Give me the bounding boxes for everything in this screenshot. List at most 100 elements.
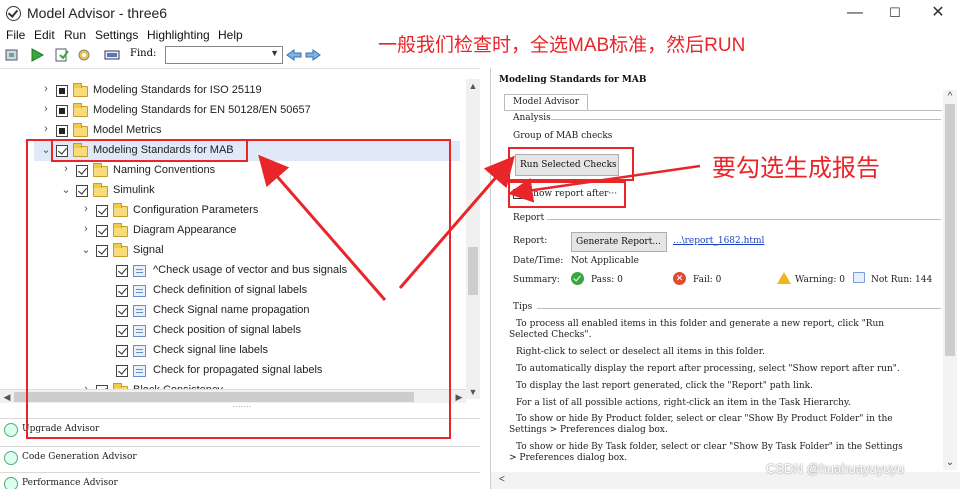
scroll-right-icon[interactable]: ▶	[452, 390, 466, 404]
analysis-description: Group of MAB checks	[513, 131, 613, 141]
maximize-button[interactable]: ☐	[885, 4, 905, 22]
tree-item[interactable]: › Modeling Standards for EN 50128/EN 5065…	[40, 101, 420, 121]
refresh-icon[interactable]	[4, 47, 20, 63]
tip-line: To show or hide By Task folder, select o…	[516, 442, 903, 452]
analysis-divider	[551, 119, 941, 120]
run-icon[interactable]	[29, 47, 45, 63]
tab-model-advisor[interactable]: Model Advisor	[504, 94, 588, 110]
tree-vertical-scrollbar[interactable]: ▲ ▼	[466, 79, 480, 399]
menu-settings[interactable]: Settings	[95, 28, 138, 42]
title-bar: Model Advisor - three6 — ☐ ✕	[0, 0, 960, 28]
wrench-icon	[4, 423, 18, 437]
close-button[interactable]: ✕	[928, 4, 948, 22]
generate-report-button[interactable]: Generate Report...	[571, 232, 667, 252]
tip-line: > Preferences dialog box.	[509, 453, 628, 463]
chevron-right-icon[interactable]: ›	[40, 103, 52, 115]
scroll-left-icon[interactable]: ◀	[0, 390, 14, 404]
folder-icon	[73, 123, 88, 137]
highlight-icon[interactable]	[104, 47, 120, 63]
scroll-up-icon[interactable]: ^	[943, 90, 957, 104]
not-run-count: Not Run: 144	[871, 275, 933, 285]
folder-icon	[73, 83, 88, 97]
report-header: Report	[513, 213, 545, 223]
advisor-code-generation[interactable]: Code Generation Advisor	[0, 446, 480, 468]
fail-icon: ✕	[673, 272, 686, 285]
annotation-right: 要勾选生成报告	[712, 155, 880, 182]
report-panel-title: Modeling Standards for MAB	[499, 75, 647, 85]
pass-icon	[571, 272, 584, 285]
warning-icon	[777, 272, 791, 284]
window-title: Model Advisor - three6	[27, 5, 168, 21]
menu-bar: File Edit Run Settings Highlighting Help	[0, 28, 370, 44]
report-icon[interactable]	[54, 47, 70, 63]
summary-label: Summary:	[513, 275, 560, 285]
highlight-box-run	[508, 147, 634, 181]
highlight-box-tree	[26, 139, 451, 439]
scroll-left-icon[interactable]: <	[499, 474, 505, 485]
tree-checkbox[interactable]	[56, 85, 68, 97]
menu-edit[interactable]: Edit	[34, 28, 55, 42]
scroll-thumb[interactable]	[945, 104, 955, 356]
find-label: Find:	[130, 48, 157, 59]
tab-label: Model Advisor	[513, 97, 580, 107]
tip-line: Settings > Preferences dialog box.	[509, 425, 668, 435]
pass-count: Pass: 0	[591, 275, 623, 285]
tab-underline	[504, 110, 942, 111]
tip-line: To process all enabled items in this fol…	[516, 319, 885, 329]
tree-checkbox[interactable]	[56, 105, 68, 117]
tip-line: To show or hide By Product folder, selec…	[516, 414, 893, 424]
chevron-right-icon[interactable]: ›	[40, 123, 52, 135]
tree-item[interactable]: › Modeling Standards for ISO 25119	[40, 81, 420, 101]
scroll-down-icon[interactable]: ▼	[466, 385, 480, 399]
tip-line: Right-click to select or deselect all it…	[516, 347, 765, 357]
tree-item-label: Model Metrics	[93, 124, 162, 136]
annotation-top: 一般我们检查时，全选MAB标准，然后RUN	[378, 35, 746, 56]
model-advisor-icon	[6, 6, 21, 21]
folder-icon	[73, 103, 88, 117]
advisor-label: Code Generation Advisor	[22, 452, 137, 462]
highlight-box-show-report	[508, 181, 626, 208]
datetime-value: Not Applicable	[571, 256, 639, 266]
advisor-label: Performance Advisor	[22, 478, 118, 488]
datetime-label: Date/Time:	[513, 256, 564, 266]
tip-line: Selected Checks".	[509, 330, 592, 340]
find-dropdown[interactable]: ▼	[165, 46, 283, 64]
report-label: Report:	[513, 236, 548, 246]
tree-item[interactable]: › Model Metrics	[40, 121, 420, 141]
tree-item-label: Modeling Standards for ISO 25119	[93, 84, 262, 96]
scroll-thumb[interactable]	[468, 247, 478, 295]
minimize-button[interactable]: —	[845, 4, 865, 22]
advisor-performance[interactable]: Performance Advisor	[0, 472, 480, 489]
chevron-right-icon[interactable]: ›	[40, 83, 52, 95]
performance-icon	[4, 477, 18, 489]
tips-divider	[537, 308, 941, 309]
menu-run[interactable]: Run	[64, 28, 86, 42]
codegen-icon	[4, 451, 18, 465]
tip-line: For a list of all possible actions, righ…	[516, 398, 851, 408]
forward-arrow-icon[interactable]	[305, 47, 321, 63]
report-path-link[interactable]: ...\report_1682.html	[673, 236, 764, 246]
tip-line: To automatically display the report afte…	[516, 364, 900, 374]
warning-count: Warning: 0	[795, 275, 845, 285]
not-run-icon	[853, 272, 865, 283]
fail-count: Fail: 0	[693, 275, 722, 285]
generate-button-label: Generate Report...	[576, 237, 661, 247]
report-divider	[547, 219, 941, 220]
scroll-down-icon[interactable]: ⌄	[943, 456, 957, 470]
report-vertical-scrollbar[interactable]: ^ ⌄	[943, 90, 957, 470]
back-arrow-icon[interactable]	[286, 47, 302, 63]
settings-icon[interactable]	[76, 47, 92, 63]
tips-header: Tips	[513, 302, 533, 312]
tip-line: To display the last report generated, cl…	[516, 381, 813, 391]
scroll-up-icon[interactable]: ▲	[466, 79, 480, 93]
menu-file[interactable]: File	[6, 28, 25, 42]
menu-highlighting[interactable]: Highlighting	[147, 28, 210, 42]
tree-checkbox[interactable]	[56, 125, 68, 137]
watermark: CSDN @huahuayuyuyu	[766, 461, 905, 476]
menu-help[interactable]: Help	[218, 28, 243, 42]
chevron-down-icon: ▼	[270, 48, 279, 58]
report-panel: Modeling Standards for MAB Model Advisor…	[490, 68, 960, 489]
analysis-header: Analysis	[513, 113, 551, 123]
toolbar: Find: ▼	[0, 44, 370, 66]
tree-item-label: Modeling Standards for EN 50128/EN 50657	[93, 104, 311, 116]
